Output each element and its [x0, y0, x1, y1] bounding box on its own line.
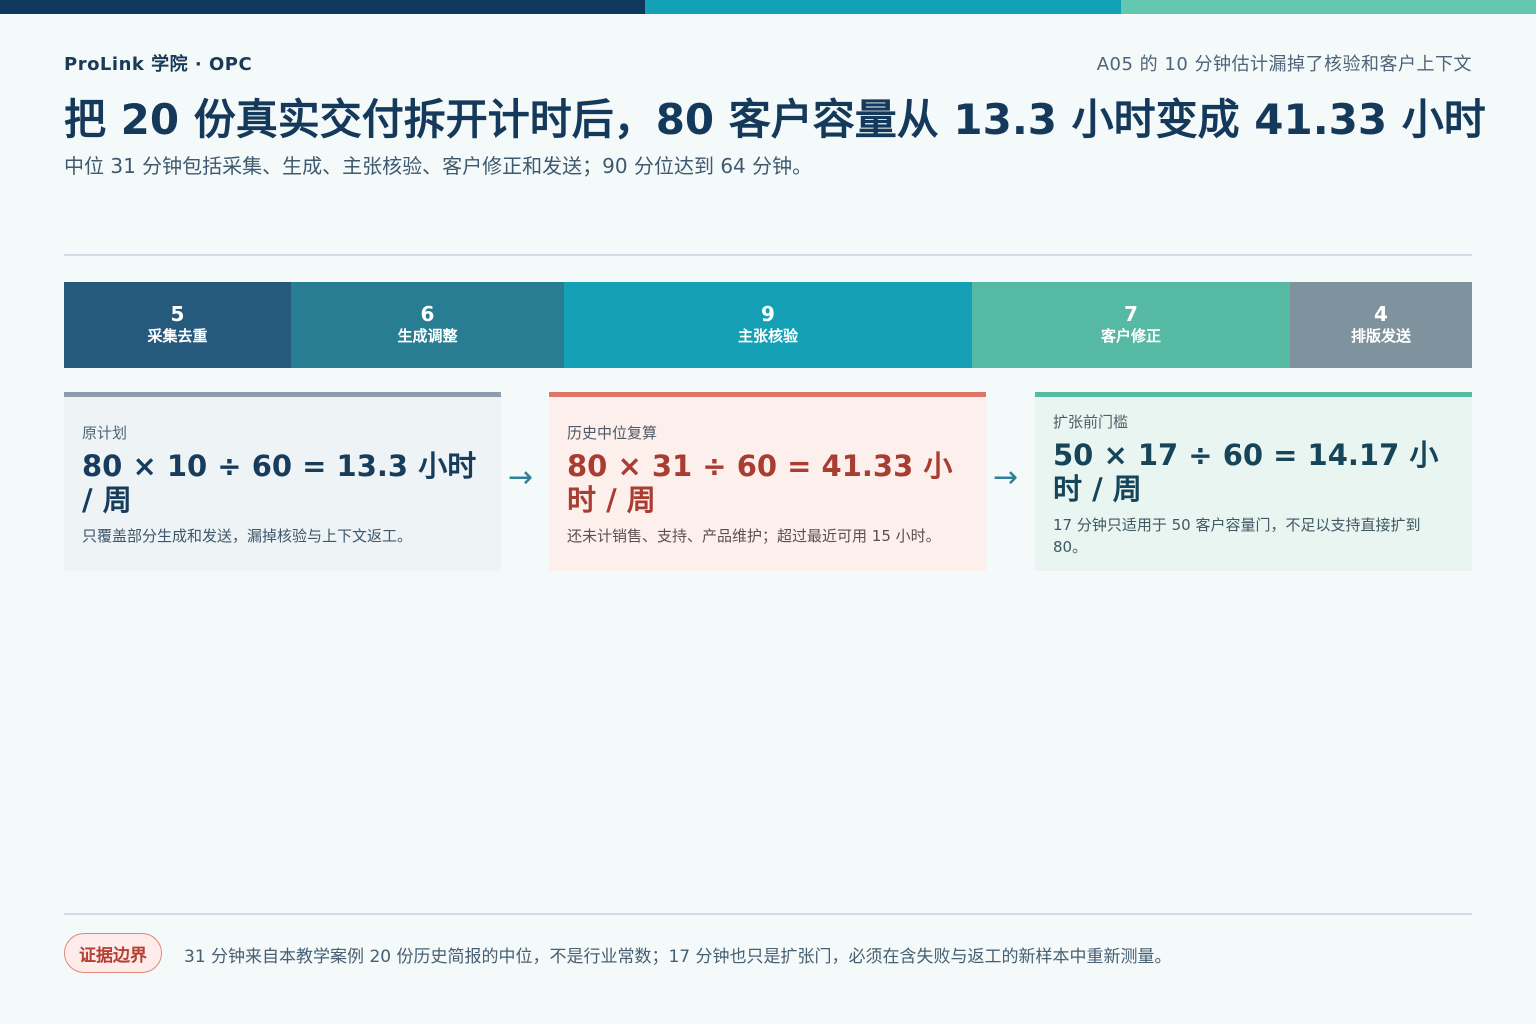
arrow-right-icon: → — [993, 460, 1019, 495]
arrow-right-icon: → — [508, 460, 534, 495]
stage-generate: 6 生成调整 — [291, 282, 564, 368]
top-divider — [64, 254, 1472, 256]
card-formula: 80 × 31 ÷ 60 = 41.33 小时 / 周 — [567, 448, 953, 517]
top-bar-segment-teal — [645, 0, 1121, 14]
stage-minutes: 9 — [761, 302, 775, 326]
stage-label: 采集去重 — [147, 327, 208, 345]
card-description: 17 分钟只适用于 50 客户容量门，不足以支持直接扩到 80。 — [1053, 515, 1421, 556]
header-note: A05 的 10 分钟估计漏掉了核验和客户上下文 — [1096, 54, 1472, 75]
stage-minutes: 5 — [170, 302, 185, 326]
stage-label: 排版发送 — [1350, 327, 1411, 345]
card-expansion-gate: 扩张前门槛 50 × 17 ÷ 60 = 14.17 小时 / 周 17 分钟只… — [1035, 392, 1472, 571]
top-bar-segment-green — [1121, 0, 1536, 14]
stage-minutes: 6 — [420, 302, 435, 326]
page-subtitle: 中位 31 分钟包括采集、生成、主张核验、客户修正和发送；90 分位达到 64 … — [64, 154, 813, 178]
stage-minutes: 4 — [1374, 302, 1388, 326]
brand-label: ProLink 学院 · OPC — [64, 54, 253, 75]
card-formula: 80 × 10 ÷ 60 = 13.3 小时 / 周 — [82, 448, 477, 517]
stage-verify: 9 主张核验 — [564, 282, 972, 368]
top-bar-segment-navy — [0, 0, 645, 14]
stage-client-fix: 7 客户修正 — [972, 282, 1290, 368]
evidence-boundary-badge: 证据边界 — [64, 933, 162, 973]
evidence-footnote: 31 分钟来自本教学案例 20 份历史简报的中位，不是行业常数；17 分钟也只是… — [184, 947, 1172, 967]
card-label: 扩张前门槛 — [1053, 412, 1129, 431]
stage-label: 生成调整 — [397, 327, 458, 345]
top-color-bar — [0, 0, 1536, 14]
stage-label: 客户修正 — [1100, 327, 1161, 345]
card-description: 还未计销售、支持、产品维护；超过最近可用 15 小时。 — [567, 526, 941, 545]
stage-send: 4 排版发送 — [1290, 282, 1472, 368]
bottom-divider — [64, 913, 1472, 915]
page-title: 把 20 份真实交付拆开计时后，80 客户容量从 13.3 小时变成 41.33… — [64, 95, 1486, 144]
stage-collect: 5 采集去重 — [64, 282, 291, 368]
stage-timeline: 5 采集去重 6 生成调整 9 主张核验 7 客户修正 4 排版发送 — [64, 282, 1472, 368]
card-history-median: 历史中位复算 80 × 31 ÷ 60 = 41.33 小时 / 周 还未计销售… — [549, 392, 986, 571]
card-formula: 50 × 17 ÷ 60 = 14.17 小时 / 周 — [1053, 437, 1439, 506]
card-label: 历史中位复算 — [567, 423, 658, 442]
card-label: 原计划 — [82, 423, 128, 442]
card-original-plan: 原计划 80 × 10 ÷ 60 = 13.3 小时 / 周 只覆盖部分生成和发… — [64, 392, 501, 571]
stage-minutes: 7 — [1124, 302, 1138, 326]
stage-label: 主张核验 — [737, 327, 798, 345]
card-description: 只覆盖部分生成和发送，漏掉核验与上下文返工。 — [82, 526, 413, 545]
